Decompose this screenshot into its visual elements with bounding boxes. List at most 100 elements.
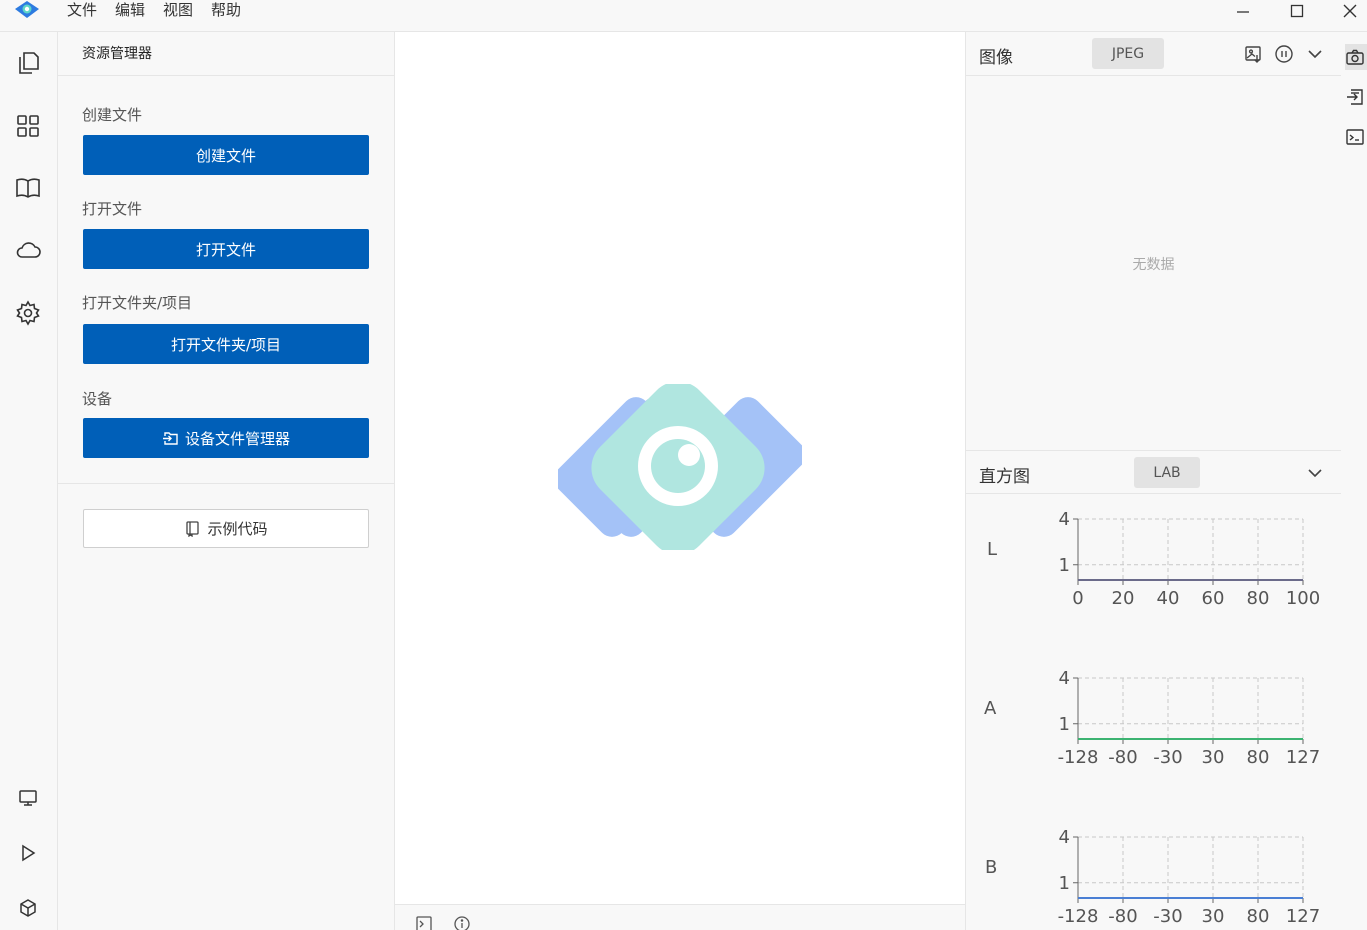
histogram-l-chart: 4 10 20 40 60 80 100	[1059, 509, 1321, 609]
book-code-icon	[186, 521, 200, 537]
close-button[interactable]	[1330, 0, 1367, 22]
x-tick-label: 80	[1247, 906, 1270, 927]
example-code-label: 示例代码	[207, 520, 268, 538]
frame-buffer-tab[interactable]	[1345, 44, 1367, 70]
maximize-button[interactable]	[1277, 0, 1317, 22]
menu-edit[interactable]: 编辑	[106, 0, 154, 22]
x-tick-label: 30	[1202, 747, 1225, 768]
app-window: 文件 编辑 视图 帮助 资源管理器 创建文件 创建文件 打开文件 打开文件 打开…	[0, 0, 1367, 930]
explorer-panel: 资源管理器 创建文件 创建文件 打开文件 打开文件 打开文件夹/项目 打开文件夹…	[58, 32, 395, 930]
activity-cloud[interactable]	[9, 231, 47, 269]
monitor-icon	[19, 790, 37, 806]
example-code-button[interactable]: 示例代码	[83, 509, 369, 548]
x-tick-label: -80	[1108, 906, 1137, 927]
chevron-down-icon	[1308, 469, 1322, 478]
device-file-manager-button[interactable]: 设备文件管理器	[83, 418, 369, 458]
serial-tab[interactable]	[1345, 84, 1367, 110]
histogram-a-chart: 4 1 -128 -80 -30 30 80 127	[1058, 668, 1321, 768]
activity-explorer[interactable]	[9, 44, 47, 82]
activity-run[interactable]	[9, 834, 47, 872]
histogram-a-label: A	[984, 698, 997, 719]
cloud-icon	[16, 242, 41, 258]
camera-icon	[1346, 49, 1364, 65]
pause-button[interactable]	[1274, 44, 1294, 64]
play-icon	[22, 844, 36, 862]
activity-device[interactable]	[9, 779, 47, 817]
book-icon	[16, 178, 40, 198]
pause-icon	[1275, 45, 1293, 63]
device-label: 设备	[82, 390, 113, 408]
x-tick-label: -128	[1058, 747, 1099, 768]
histogram-panel-header: 直方图 LAB	[966, 450, 1341, 494]
color-space-button[interactable]: LAB	[1134, 457, 1200, 488]
right-toolbar	[1341, 32, 1367, 930]
app-logo-icon	[15, 1, 39, 18]
activity-settings[interactable]	[9, 294, 47, 332]
menu-view[interactable]: 视图	[154, 0, 202, 22]
image-save-icon	[1245, 46, 1261, 63]
right-panel: 图像 JPEG 无数据 直方图 LAB	[965, 32, 1341, 930]
create-file-button[interactable]: 创建文件	[83, 135, 369, 175]
x-tick-label: 0	[1072, 588, 1083, 609]
menu-help[interactable]: 帮助	[202, 0, 250, 22]
y-tick-label: 1	[1059, 714, 1070, 735]
activity-docs[interactable]	[9, 169, 47, 207]
x-tick-label: 100	[1286, 588, 1320, 609]
files-icon	[19, 52, 39, 74]
activity-extensions[interactable]	[9, 107, 47, 145]
terminal-icon[interactable]	[415, 915, 433, 930]
chevron-down-icon	[1308, 50, 1322, 59]
x-tick-label: 60	[1202, 588, 1225, 609]
open-folder-button[interactable]: 打开文件夹/项目	[83, 324, 369, 364]
open-file-button[interactable]: 打开文件	[83, 229, 369, 269]
minimize-icon	[1237, 11, 1249, 13]
x-tick-label: -30	[1153, 747, 1182, 768]
y-tick-label: 4	[1059, 509, 1070, 530]
activity-package[interactable]	[9, 889, 47, 927]
cube-icon	[20, 899, 36, 917]
image-empty-text: 无数据	[1132, 257, 1175, 273]
x-tick-label: -128	[1058, 906, 1099, 927]
histogram-collapse-button[interactable]	[1305, 463, 1325, 483]
image-format-button[interactable]: JPEG	[1092, 38, 1164, 69]
x-tick-label: 80	[1247, 747, 1270, 768]
menu-file[interactable]: 文件	[58, 0, 106, 22]
image-collapse-button[interactable]	[1305, 44, 1325, 64]
histogram-b-chart: 4 1 -128 -80 -30 30 80 127	[1058, 827, 1321, 927]
x-tick-label: 127	[1286, 906, 1320, 927]
title-bar: 文件 编辑 视图 帮助	[0, 0, 1367, 32]
gear-icon	[16, 300, 40, 326]
grid-icon	[17, 115, 39, 137]
y-tick-label: 4	[1059, 827, 1070, 848]
x-tick-label: -80	[1108, 747, 1137, 768]
explorer-title: 资源管理器	[82, 46, 152, 62]
serial-port-icon	[1347, 89, 1363, 105]
minimize-button[interactable]	[1223, 0, 1263, 22]
histogram-b-label: B	[985, 857, 998, 878]
explorer-divider	[58, 483, 394, 484]
info-icon[interactable]	[453, 915, 471, 930]
y-tick-label: 1	[1059, 555, 1070, 576]
open-folder-label: 打开文件夹/项目	[82, 294, 193, 312]
terminal-icon	[1346, 129, 1364, 145]
openmv-logo-icon	[558, 384, 802, 550]
x-tick-label: -30	[1153, 906, 1182, 927]
terminal-tab[interactable]	[1345, 124, 1367, 150]
x-tick-label: 40	[1157, 588, 1180, 609]
import-folder-icon	[162, 431, 178, 445]
editor-area	[395, 32, 965, 904]
x-tick-label: 20	[1112, 588, 1135, 609]
save-image-button[interactable]	[1244, 44, 1264, 64]
maximize-icon	[1290, 4, 1304, 18]
y-tick-label: 4	[1059, 668, 1070, 689]
status-bar	[395, 904, 965, 930]
histogram-l-label: L	[987, 539, 998, 560]
x-tick-label: 127	[1286, 747, 1320, 768]
open-file-label: 打开文件	[82, 200, 143, 218]
image-panel-header: 图像 JPEG	[966, 32, 1341, 76]
histogram-panel-title: 直方图	[979, 467, 1030, 487]
device-file-manager-label: 设备文件管理器	[184, 429, 290, 448]
explorer-header: 资源管理器	[58, 32, 394, 76]
y-tick-label: 1	[1059, 873, 1070, 894]
x-tick-label: 30	[1202, 906, 1225, 927]
